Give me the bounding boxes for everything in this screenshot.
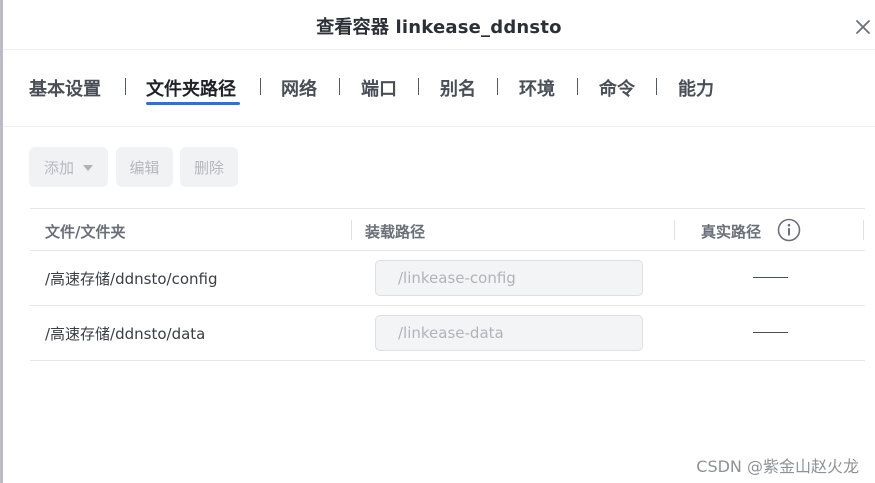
edit-button-label: 编辑 <box>129 158 160 177</box>
real-path-empty <box>753 332 788 333</box>
add-button[interactable]: 添加 <box>29 147 108 187</box>
tab-capabilities[interactable]: 能力 <box>678 75 714 101</box>
column-header-real-path: 真实路径 <box>701 223 762 241</box>
add-button-label: 添加 <box>43 158 74 177</box>
file-path-cell: /高速存储/ddnsto/data <box>45 325 206 343</box>
column-divider <box>863 220 864 240</box>
column-header-file: 文件/文件夹 <box>45 223 126 241</box>
chevron-down-icon <box>83 165 93 171</box>
table-row: /高速存储/ddnsto/config <box>30 250 865 306</box>
tab-environment[interactable]: 环境 <box>519 75 555 101</box>
tab-command[interactable]: 命令 <box>599 75 635 101</box>
delete-button[interactable]: 删除 <box>180 147 238 187</box>
tab-folder-paths[interactable]: 文件夹路径 <box>146 75 236 101</box>
tab-aliases[interactable]: 别名 <box>440 75 476 101</box>
tab-divider <box>125 78 126 95</box>
tab-divider <box>656 78 657 95</box>
container-detail-dialog: 查看容器 linkease_ddnsto 基本设置 文件夹路径 网络 端口 别名… <box>3 0 875 483</box>
tab-ports[interactable]: 端口 <box>361 75 397 101</box>
delete-button-label: 删除 <box>193 158 224 177</box>
tab-divider <box>418 78 419 95</box>
edit-button[interactable]: 编辑 <box>116 147 173 187</box>
mount-path-input[interactable] <box>375 315 643 351</box>
tab-divider <box>260 78 261 95</box>
table-row: /高速存储/ddnsto/data <box>30 305 865 361</box>
info-icon[interactable] <box>777 218 801 242</box>
tab-divider <box>339 78 340 95</box>
active-tab-indicator <box>146 102 240 105</box>
watermark: CSDN @紫金山赵火龙 <box>696 457 859 476</box>
table-header: 文件/文件夹 装载路径 真实路径 <box>30 208 865 251</box>
tab-basic-settings[interactable]: 基本设置 <box>29 75 101 101</box>
tab-divider <box>577 78 578 95</box>
file-path-cell: /高速存储/ddnsto/config <box>45 270 218 288</box>
column-divider <box>674 220 675 240</box>
dialog-header: 查看容器 linkease_ddnsto <box>3 0 875 50</box>
column-divider <box>351 220 352 240</box>
real-path-empty <box>753 277 788 278</box>
tab-network[interactable]: 网络 <box>281 75 317 101</box>
column-header-mount-path: 装载路径 <box>365 223 426 241</box>
dialog-title: 查看容器 linkease_ddnsto <box>316 17 562 38</box>
close-icon[interactable] <box>853 17 873 37</box>
mount-path-input[interactable] <box>375 260 643 296</box>
tab-bar: 基本设置 文件夹路径 网络 端口 别名 环境 命令 能力 <box>3 49 875 127</box>
folder-path-table: 文件/文件夹 装载路径 真实路径 /高速存储/ddnsto/config /高速… <box>30 208 865 361</box>
tab-divider <box>497 78 498 95</box>
